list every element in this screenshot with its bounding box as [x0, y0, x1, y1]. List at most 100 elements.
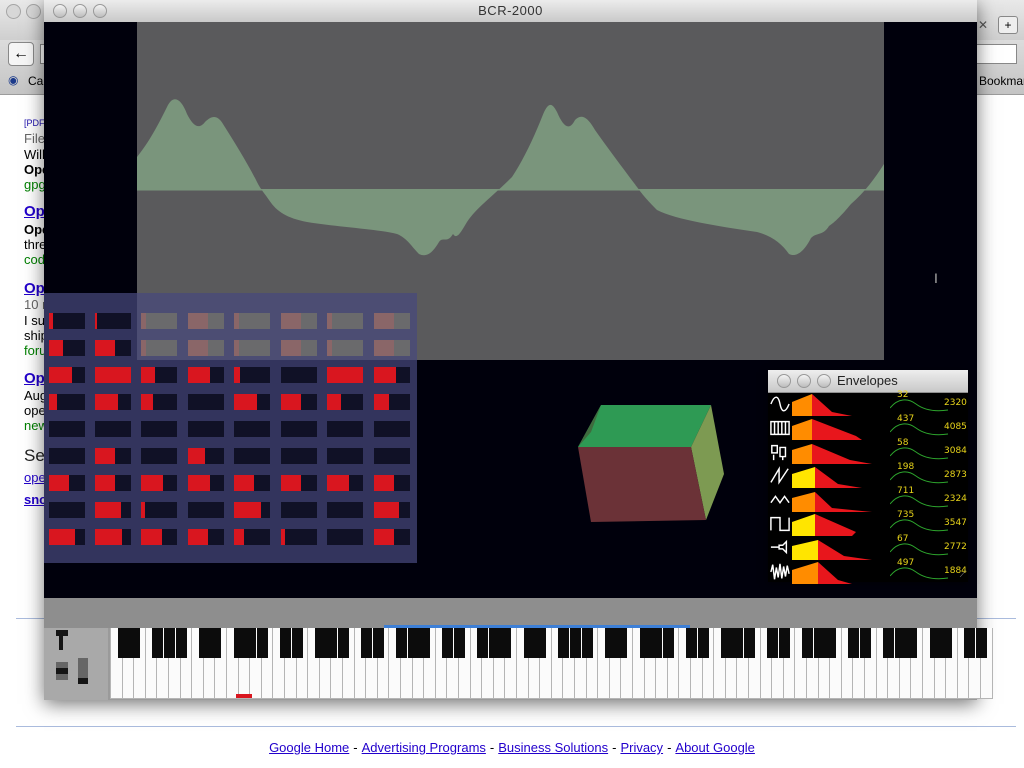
result-title-link[interactable]: Op [24, 280, 45, 297]
black-key[interactable] [233, 628, 245, 658]
black-key[interactable] [326, 628, 338, 658]
envelopes-minimize-button[interactable] [797, 374, 811, 388]
black-key[interactable] [488, 628, 500, 658]
black-key[interactable] [395, 628, 407, 658]
grid-cell[interactable] [281, 529, 317, 545]
grid-cell[interactable] [95, 448, 131, 464]
black-key[interactable] [500, 628, 512, 658]
grid-cell[interactable] [281, 340, 317, 356]
resize-grip-icon[interactable]: ⟋ [960, 569, 966, 580]
grid-cell[interactable] [141, 367, 177, 383]
piano-keyboard[interactable] [110, 628, 993, 700]
grid-cell[interactable] [281, 367, 317, 383]
black-key[interactable] [581, 628, 593, 658]
grid-cell[interactable] [374, 340, 410, 356]
grid-cell[interactable] [234, 529, 270, 545]
grid-cell[interactable] [327, 529, 363, 545]
footer-link-about[interactable]: About Google [675, 740, 755, 755]
black-key[interactable] [906, 628, 918, 658]
black-key[interactable] [604, 628, 616, 658]
black-key[interactable] [859, 628, 871, 658]
grid-cell[interactable] [374, 367, 410, 383]
grid-cell[interactable] [188, 502, 224, 518]
black-key[interactable] [117, 628, 129, 658]
grid-cell[interactable] [374, 313, 410, 329]
grid-cell[interactable] [281, 313, 317, 329]
black-key[interactable] [152, 628, 164, 658]
black-key[interactable] [662, 628, 674, 658]
grid-cell[interactable] [281, 448, 317, 464]
black-key[interactable] [697, 628, 709, 658]
envelope-row[interactable]: 32 2320 [768, 390, 968, 416]
grid-cell[interactable] [49, 475, 85, 491]
black-key[interactable] [442, 628, 454, 658]
black-key[interactable] [198, 628, 210, 658]
grid-cell[interactable] [281, 394, 317, 410]
grid-cell[interactable] [281, 421, 317, 437]
grid-cell[interactable] [95, 502, 131, 518]
grid-cell[interactable] [374, 421, 410, 437]
black-key[interactable] [129, 628, 141, 658]
new-tab-icon[interactable]: + [998, 16, 1018, 34]
grid-cell[interactable] [49, 394, 85, 410]
black-key[interactable] [279, 628, 291, 658]
black-key[interactable] [743, 628, 755, 658]
black-key[interactable] [372, 628, 384, 658]
grid-cell[interactable] [374, 394, 410, 410]
grid-cell[interactable] [141, 502, 177, 518]
mod-wheel[interactable] [78, 658, 88, 680]
footer-link-business[interactable]: Business Solutions [498, 740, 608, 755]
grid-cell[interactable] [141, 529, 177, 545]
black-key[interactable] [291, 628, 303, 658]
grid-cell[interactable] [327, 421, 363, 437]
black-key[interactable] [813, 628, 825, 658]
black-key[interactable] [825, 628, 837, 658]
grid-cell[interactable] [95, 394, 131, 410]
black-key[interactable] [256, 628, 268, 658]
grid-cell[interactable] [95, 313, 131, 329]
black-key[interactable] [407, 628, 419, 658]
envelope-row[interactable]: 198 2873 [768, 462, 968, 488]
footer-link-google-home[interactable]: Google Home [269, 740, 349, 755]
envelope-row[interactable]: 711 2324 [768, 486, 968, 512]
grid-cell[interactable] [281, 502, 317, 518]
black-key[interactable] [883, 628, 895, 658]
grid-cell[interactable] [95, 475, 131, 491]
black-key[interactable] [337, 628, 349, 658]
tab-close-icon[interactable]: ✕ [978, 18, 988, 32]
black-key[interactable] [801, 628, 813, 658]
grid-cell[interactable] [188, 475, 224, 491]
envelopes-zoom-button[interactable] [817, 374, 831, 388]
grid-cell[interactable] [234, 448, 270, 464]
grid-cell[interactable] [49, 448, 85, 464]
black-key[interactable] [314, 628, 326, 658]
black-key[interactable] [975, 628, 987, 658]
footer-link-privacy[interactable]: Privacy [620, 740, 663, 755]
grid-cell[interactable] [234, 313, 270, 329]
grid-cell[interactable] [141, 475, 177, 491]
black-key[interactable] [569, 628, 581, 658]
grid-cell[interactable] [327, 313, 363, 329]
grid-cell[interactable] [327, 502, 363, 518]
grid-cell[interactable] [327, 394, 363, 410]
grid-cell[interactable] [49, 502, 85, 518]
grid-cell[interactable] [374, 448, 410, 464]
grid-cell[interactable] [234, 367, 270, 383]
grid-cell[interactable] [327, 448, 363, 464]
grid-cell[interactable] [234, 340, 270, 356]
grid-cell[interactable] [95, 529, 131, 545]
grid-cell[interactable] [281, 475, 317, 491]
black-key[interactable] [964, 628, 976, 658]
grid-cell[interactable] [374, 475, 410, 491]
grid-cell[interactable] [188, 394, 224, 410]
grid-cell[interactable] [188, 529, 224, 545]
grid-cell[interactable] [49, 313, 85, 329]
envelope-row[interactable]: 58 3084 [768, 438, 968, 464]
grid-cell[interactable] [374, 529, 410, 545]
grid-cell[interactable] [234, 502, 270, 518]
pitch-mod-controls[interactable] [44, 628, 108, 700]
black-key[interactable] [929, 628, 941, 658]
bcr-titlebar[interactable]: BCR-2000 [44, 0, 977, 23]
grid-cell[interactable] [141, 313, 177, 329]
black-key[interactable] [477, 628, 489, 658]
